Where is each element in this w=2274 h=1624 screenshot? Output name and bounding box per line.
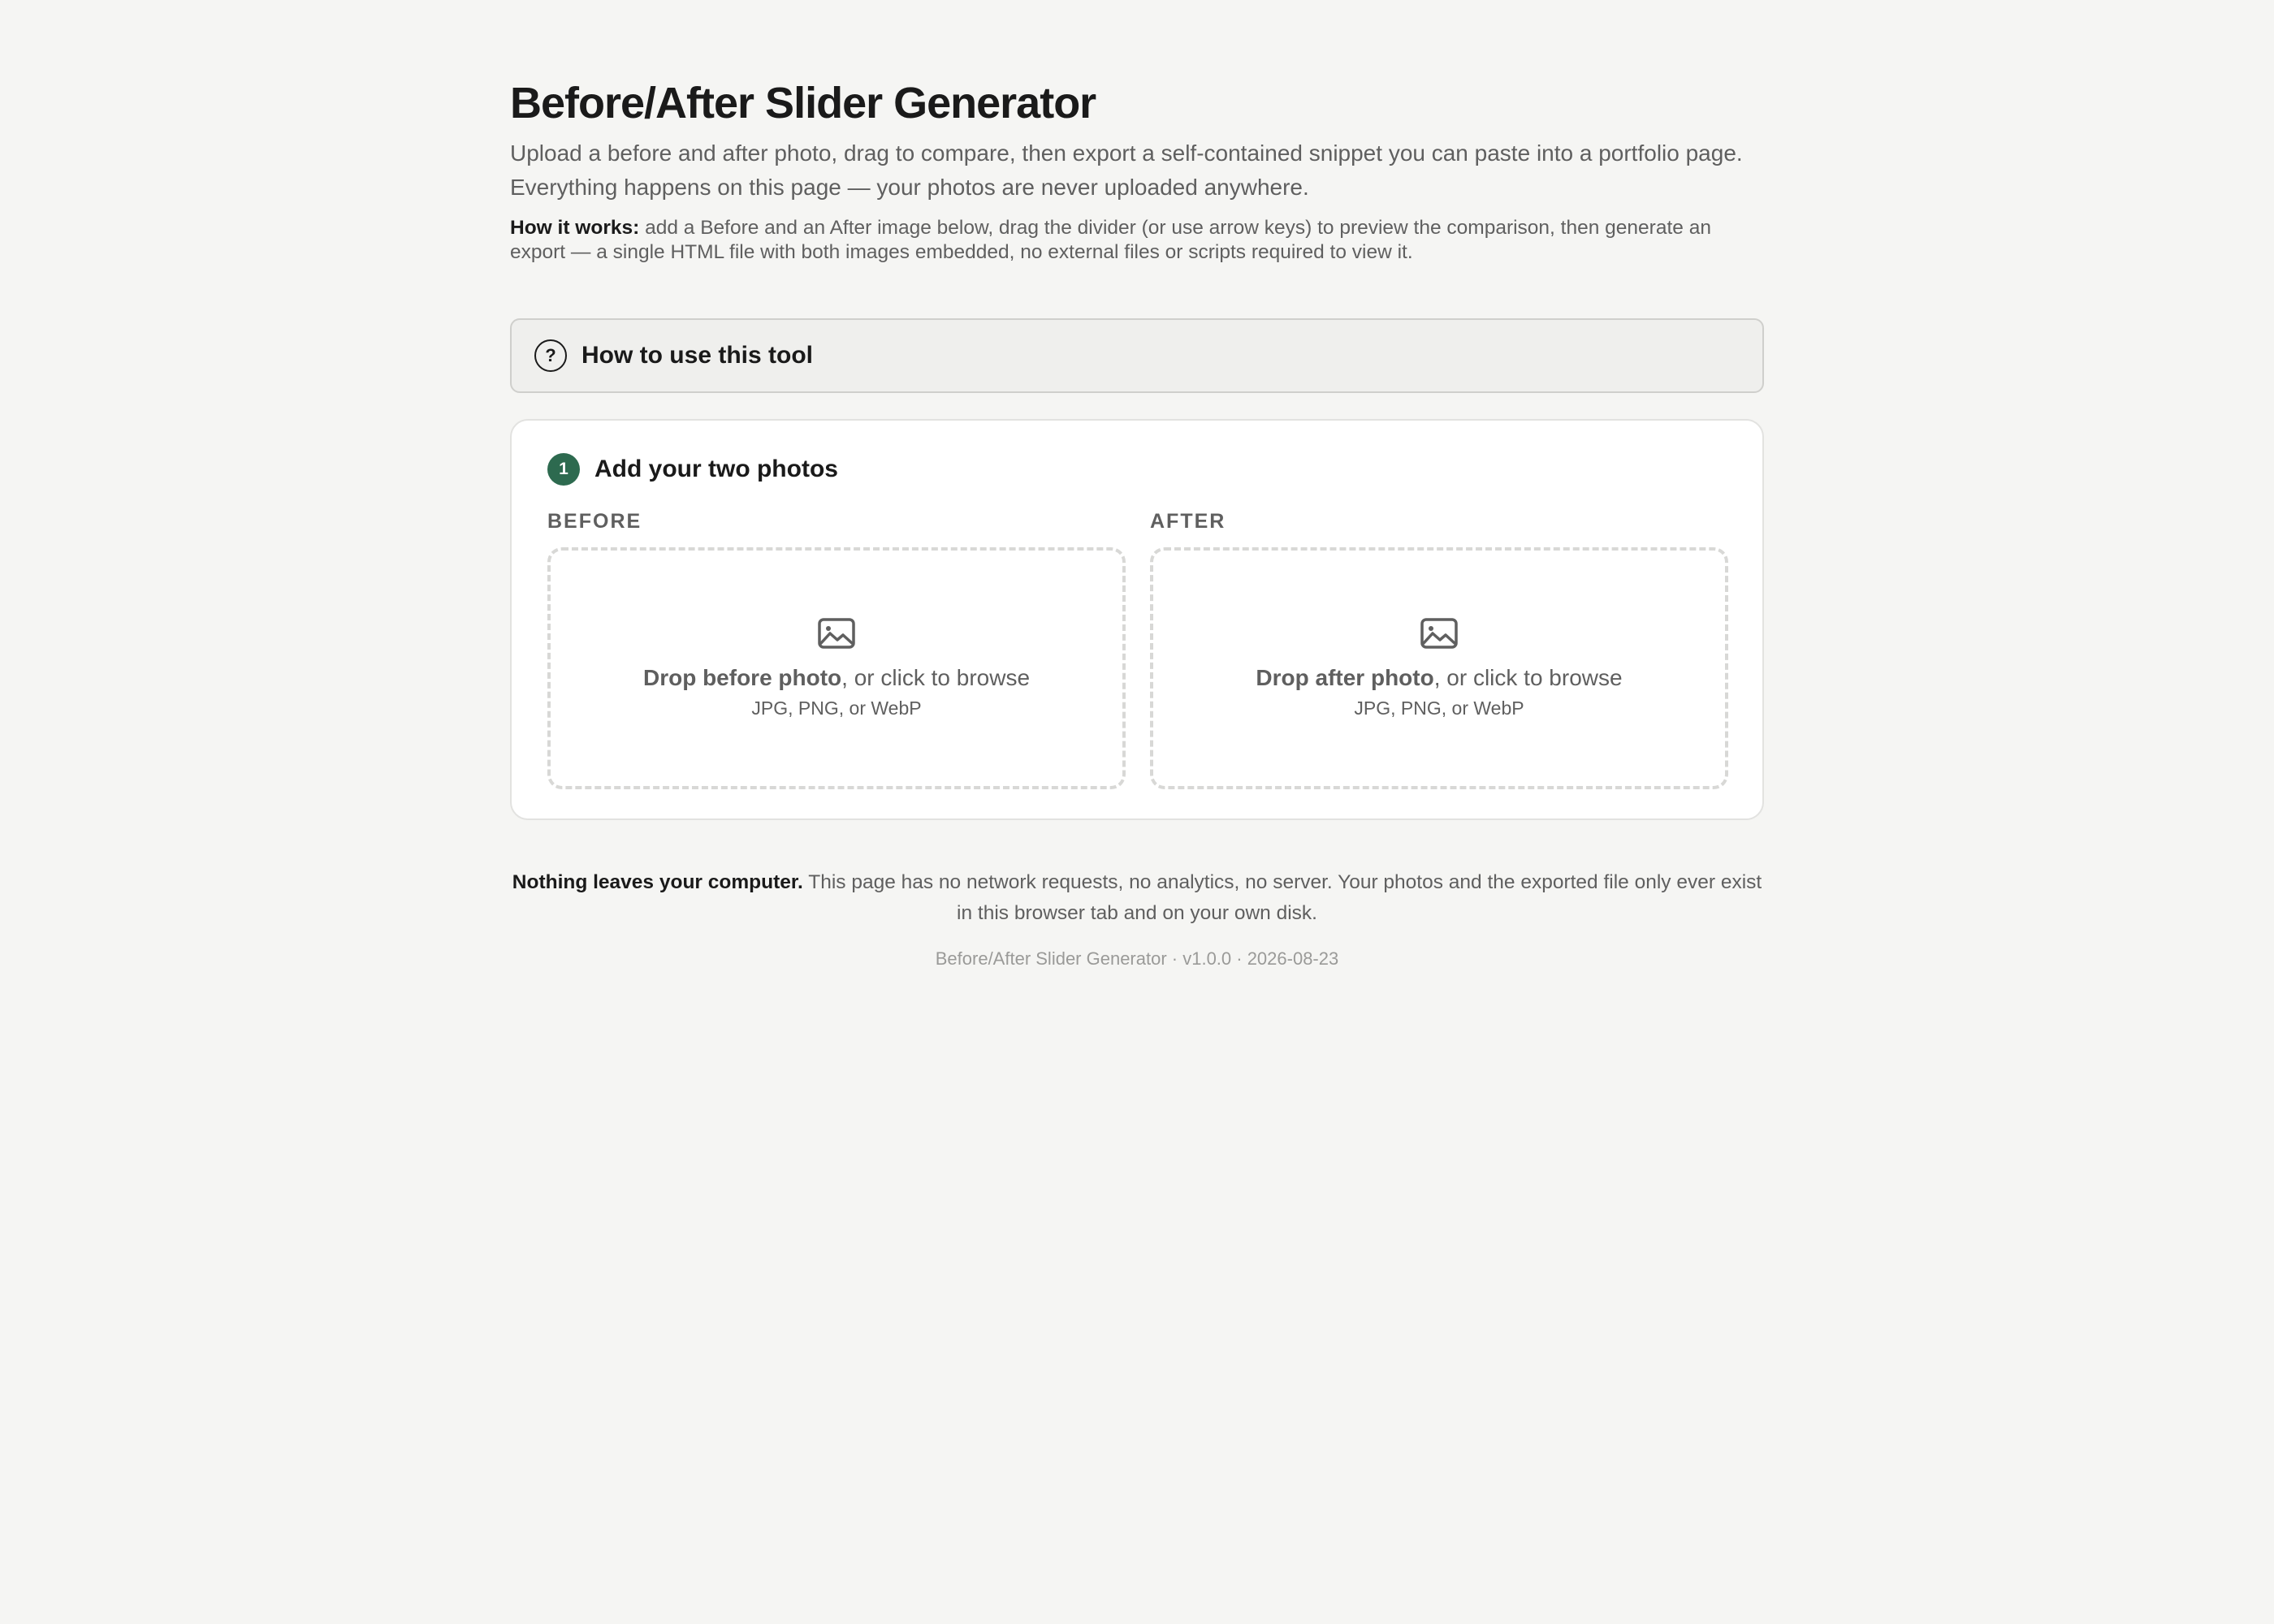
before-drop-bold: Drop before photo [642,665,842,690]
image-icon [1420,618,1458,649]
after-drop-bold: Drop after photo [1256,665,1434,690]
image-icon [818,618,855,649]
question-icon: ? [534,339,567,372]
privacy-text: This page has no network requests, no an… [802,871,1762,924]
how-to-use-accordion[interactable]: ? How to use this tool [510,318,1764,393]
page-title: Before/After Slider Generator [510,79,1096,127]
before-drop-text: Drop before photo, or click to browse [551,665,1122,691]
how-it-works-label: How it works: [510,217,640,239]
footer-version: Before/After Slider Generator · v1.0.0 ·… [935,948,1339,969]
step-number-badge: 1 [547,453,580,486]
step-1-header: 1 Add your two photos [547,453,838,486]
after-dropzone[interactable]: Drop after photo, or click to browse JPG… [1150,547,1728,789]
after-dropzone-content: Drop after photo, or click to browse JPG… [1153,617,1725,719]
how-it-works-note: How it works: add a Before and an After … [510,216,1764,265]
after-drop-text: Drop after photo, or click to browse [1153,665,1725,691]
privacy-bold: Nothing leaves your computer. [512,871,803,893]
after-label: AFTER [1150,510,1226,533]
step-1-card: 1 Add your two photos BEFORE Drop before… [510,419,1764,820]
before-drop-rest: , or click to browse [841,665,1031,690]
how-to-use-label: How to use this tool [581,342,813,369]
how-it-works-text: add a Before and an After image below, d… [510,217,1711,263]
after-drop-rest: , or click to browse [1433,665,1623,690]
page-subtitle: Upload a before and after photo, drag to… [510,140,1743,200]
privacy-note: Nothing leaves your computer. This page … [510,867,1764,929]
step-1-title: Add your two photos [594,456,838,482]
after-formats: JPG, PNG, or WebP [1354,698,1524,719]
before-formats: JPG, PNG, or WebP [751,698,922,719]
before-label: BEFORE [547,510,642,533]
before-dropzone[interactable]: Drop before photo, or click to browse JP… [547,547,1126,789]
before-dropzone-content: Drop before photo, or click to browse JP… [551,617,1122,719]
